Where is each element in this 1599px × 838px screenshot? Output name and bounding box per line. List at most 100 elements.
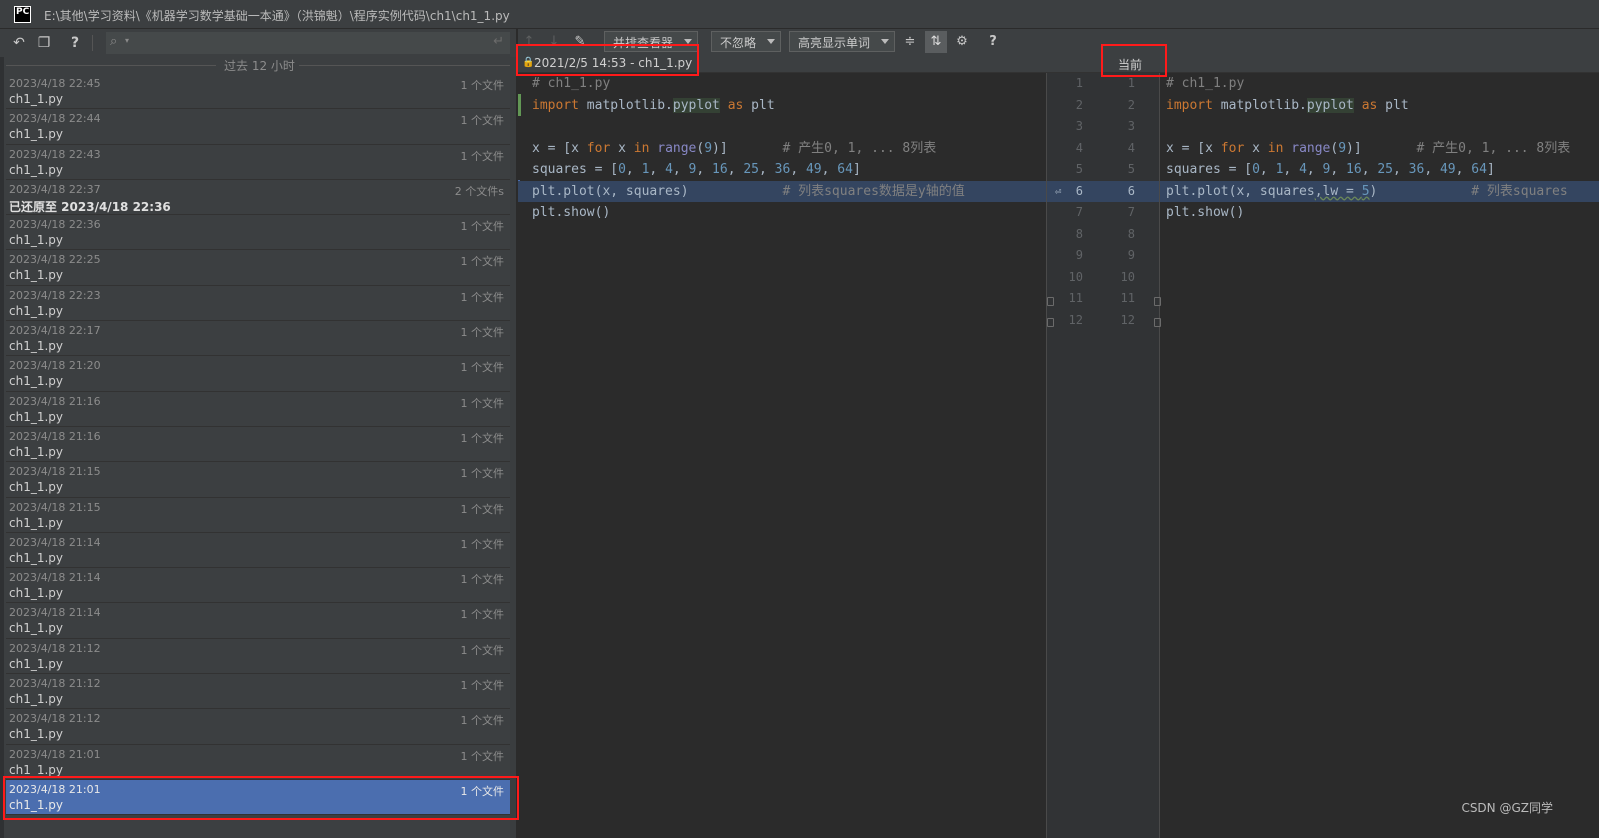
right-line-number: 4 [1127,140,1135,155]
history-item[interactable]: 2023/4/18 22:43 1 个文件 ch1_1.py [6,145,510,180]
code-line[interactable] [518,116,1046,138]
search-options-icon[interactable]: ▾ [125,36,129,45]
right-line-number: 3 [1127,119,1135,133]
gutter-row: 99 [1047,245,1159,267]
history-item-date: 2023/4/18 21:12 [9,677,101,691]
history-item[interactable]: 2023/4/18 21:12 1 个文件 ch1_1.py [6,709,510,745]
history-item-date: 2023/4/18 22:44 [9,112,101,126]
window-title: E:\其他\学习资料\《机器学习数学基础一本通》（洪锦魁）\程序实例代码\ch1… [44,9,510,23]
code-line[interactable]: import matplotlib.pyplot as plt [518,95,1046,117]
history-item[interactable]: 2023/4/18 22:23 1 个文件 ch1_1.py [6,286,510,322]
right-code-editor[interactable]: # ch1_1.pyimport matplotlib.pyplot as pl… [1160,73,1599,838]
history-item-count: 1 个文件 [460,220,505,234]
code-text: # ch1_1.py [532,76,611,91]
code-line[interactable]: x = [x for x in range(9)] # 产生0, 1, ... … [1160,138,1599,160]
group-header-label: 过去 12 小时 [220,57,299,74]
history-item[interactable]: 2023/4/18 21:14 1 个文件 ch1_1.py [6,533,510,569]
right-line-number: 6 [1127,183,1135,198]
help-icon[interactable]: ? [66,34,84,52]
code-line[interactable]: import matplotlib.pyplot as plt [1160,95,1599,117]
history-item-name: ch1_1.py [9,374,64,389]
history-item-count: 1 个文件 [460,290,505,304]
left-code-editor[interactable]: # ch1_1.pyimport matplotlib.pyplot as pl… [518,73,1046,838]
history-item-count: 1 个文件 [460,326,505,340]
code-line[interactable]: # ch1_1.py [518,73,1046,95]
history-item[interactable]: 2023/4/18 21:14 1 个文件 ch1_1.py [6,603,510,639]
highlight-mode-combo[interactable]: 高亮显示单词 [789,31,895,52]
annotation-box [3,776,519,820]
history-item[interactable]: 2023/4/18 22:44 1 个文件 ch1_1.py [6,109,510,145]
ignore-whitespace-combo[interactable]: 不忽略 [711,31,781,52]
code-line[interactable]: # ch1_1.py [1160,73,1599,95]
history-item[interactable]: 2023/4/18 21:01 1 个文件 ch1_1.py [6,745,510,780]
history-item[interactable]: 2023/4/18 21:15 1 个文件 ch1_1.py [6,498,510,533]
history-item-count: 1 个文件 [460,749,505,763]
history-item-count: 1 个文件 [460,114,505,128]
code-text: # ch1_1.py [1166,76,1245,91]
history-item-name: ch1_1.py [9,727,64,742]
revert-icon[interactable]: ↶ [10,34,28,52]
synchronize-scrolling-icon[interactable]: ⇅ [925,31,947,53]
history-item[interactable]: 2023/4/18 22:37 2 个文件s 已还原至 2023/4/18 22:3… [6,180,510,216]
help-icon[interactable]: ? [984,33,1002,51]
gutter-row: 12 12 [1047,310,1159,332]
history-item-count: 1 个文件 [460,714,505,728]
code-line[interactable]: plt.plot(x, squares) # 列表squares数据是y轴的值 [518,180,1046,202]
history-item-date: 2023/4/18 21:20 [9,359,101,373]
left-line-number: 9 [1075,248,1083,262]
code-line[interactable]: squares = [0, 1, 4, 9, 16, 25, 36, 49, 6… [1160,159,1599,181]
history-item-name: ch1_1.py [9,409,64,424]
history-item[interactable]: 2023/4/18 21:15 1 个文件 ch1_1.py [6,462,510,498]
history-item-name: ch1_1.py [9,762,64,777]
history-search-field[interactable]: ⌕ ▾ ↵ [106,32,510,54]
code-text: plt.show() [1166,205,1245,220]
code-line[interactable]: x = [x for x in range(9)] # 产生0, 1, ... … [518,138,1046,160]
history-item[interactable]: 2023/4/18 21:12 1 个文件 ch1_1.py [6,674,510,710]
left-line-number: 10 [1068,269,1083,284]
divider [296,65,510,66]
history-list: 2023/4/18 22:45 1 个文件 ch1_1.py 2023/4/18 22… [6,74,510,816]
history-item[interactable]: 2023/4/18 21:16 1 个文件 ch1_1.py [6,392,510,427]
code-text: import matplotlib.pyplot as plt [1166,97,1409,113]
code-line[interactable]: plt.plot(x, squares,lw = 5) # 列表squares [1160,180,1599,202]
apply-change-icon[interactable]: ⏎ [1055,181,1062,203]
search-icon[interactable]: ⌕ [110,34,117,49]
history-item[interactable]: 2023/4/18 22:25 1 个文件 ch1_1.py [6,250,510,286]
history-item-count: 1 个文件 [460,608,505,622]
history-item[interactable]: 2023/4/18 21:14 1 个文件 ch1_1.py [6,568,510,604]
history-item-name: ch1_1.py [9,621,64,636]
code-line[interactable]: squares = [0, 1, 4, 9, 16, 25, 36, 49, 6… [518,159,1046,181]
history-item-name: ch1_1.py [9,444,64,459]
history-item-name: ch1_1.py [9,339,64,354]
left-line-number: 1 [1075,76,1083,90]
left-line-number: 2 [1075,97,1083,112]
history-item-count: 1 个文件 [460,79,505,92]
watermark: CSDN @GZ同学 [1461,801,1553,815]
code-line[interactable]: plt.show() [518,202,1046,224]
history-item[interactable]: 2023/4/18 21:20 1 个文件 ch1_1.py [6,356,510,392]
toolbar-separator [92,35,93,51]
history-item-count: 1 个文件 [460,149,505,163]
history-item[interactable]: 2023/4/18 22:36 1 个文件 ch1_1.py [6,215,510,251]
history-item[interactable]: 2023/4/18 22:45 1 个文件 ch1_1.py [6,74,510,110]
left-line-number: 11 [1068,291,1083,305]
collapse-unchanged-icon[interactable]: ≑ [901,33,919,51]
right-line-number: 7 [1127,205,1135,219]
gear-icon[interactable]: ⚙ [953,33,971,51]
create-patch-icon[interactable]: ❐ [35,34,53,52]
history-item[interactable]: 2023/4/18 21:12 1 个文件 ch1_1.py [6,639,510,675]
history-item[interactable]: 2023/4/18 21:16 1 个文件 ch1_1.py [6,427,510,463]
highlight-value: 高亮显示单词 [798,36,871,50]
history-item-date: 2023/4/18 22:17 [9,324,101,338]
gutter-row: 33 [1047,116,1159,138]
code-line[interactable]: plt.show() [1160,202,1599,224]
gutter-row: 44 [1047,138,1159,160]
history-item-name: ch1_1.py [9,480,64,495]
code-text: plt.show() [532,205,611,220]
left-line-number: 5 [1075,162,1083,176]
code-line[interactable] [1160,116,1599,138]
left-line-number: 4 [1075,140,1083,155]
history-item[interactable]: 2023/4/18 22:17 1 个文件 ch1_1.py [6,321,510,357]
right-line-number: 11 [1120,291,1135,305]
diff-viewer: ↑ ↓ ✎ 并排查看器 不忽略 高亮显示单词 ≑ ⇅ ⚙ ? 🔒 2021/2/… [518,29,1599,838]
